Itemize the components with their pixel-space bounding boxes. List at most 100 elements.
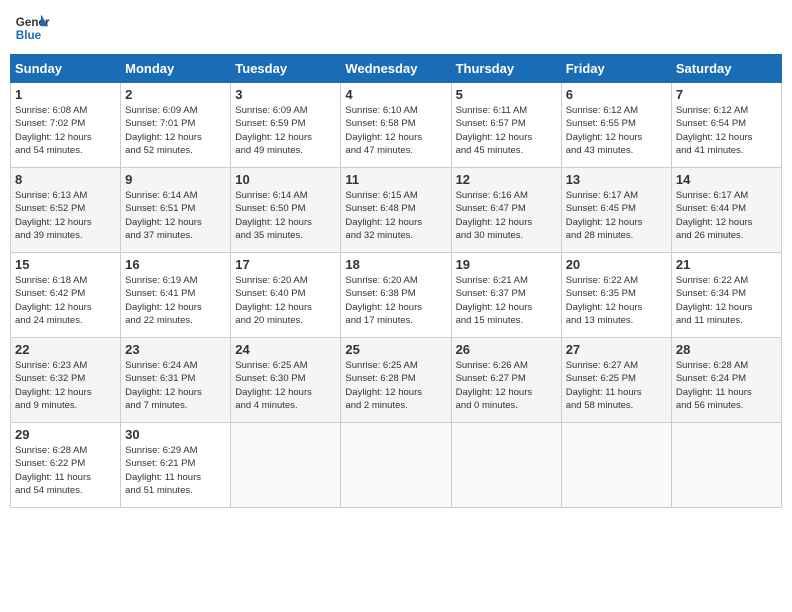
svg-text:Blue: Blue [16, 29, 42, 42]
day-number: 24 [235, 342, 336, 357]
day-number: 20 [566, 257, 667, 272]
day-info: Sunrise: 6:16 AMSunset: 6:47 PMDaylight:… [456, 190, 533, 241]
day-info: Sunrise: 6:28 AMSunset: 6:24 PMDaylight:… [676, 360, 752, 411]
calendar-week-row: 15 Sunrise: 6:18 AMSunset: 6:42 PMDaylig… [11, 253, 782, 338]
day-number: 14 [676, 172, 777, 187]
calendar-header-row: SundayMondayTuesdayWednesdayThursdayFrid… [11, 55, 782, 83]
day-info: Sunrise: 6:25 AMSunset: 6:30 PMDaylight:… [235, 360, 312, 411]
day-info: Sunrise: 6:23 AMSunset: 6:32 PMDaylight:… [15, 360, 92, 411]
day-info: Sunrise: 6:15 AMSunset: 6:48 PMDaylight:… [345, 190, 422, 241]
calendar-cell [451, 423, 561, 508]
day-info: Sunrise: 6:13 AMSunset: 6:52 PMDaylight:… [15, 190, 92, 241]
day-number: 23 [125, 342, 226, 357]
weekday-header: Tuesday [231, 55, 341, 83]
logo-icon: General Blue [14, 10, 50, 46]
calendar-cell: 8 Sunrise: 6:13 AMSunset: 6:52 PMDayligh… [11, 168, 121, 253]
calendar-cell: 3 Sunrise: 6:09 AMSunset: 6:59 PMDayligh… [231, 83, 341, 168]
calendar-cell: 5 Sunrise: 6:11 AMSunset: 6:57 PMDayligh… [451, 83, 561, 168]
day-number: 15 [15, 257, 116, 272]
day-number: 9 [125, 172, 226, 187]
calendar-cell: 18 Sunrise: 6:20 AMSunset: 6:38 PMDaylig… [341, 253, 451, 338]
day-info: Sunrise: 6:22 AMSunset: 6:34 PMDaylight:… [676, 275, 753, 326]
day-number: 26 [456, 342, 557, 357]
day-info: Sunrise: 6:28 AMSunset: 6:22 PMDaylight:… [15, 445, 91, 496]
calendar-cell: 16 Sunrise: 6:19 AMSunset: 6:41 PMDaylig… [121, 253, 231, 338]
day-number: 13 [566, 172, 667, 187]
day-number: 7 [676, 87, 777, 102]
day-number: 19 [456, 257, 557, 272]
weekday-header: Saturday [671, 55, 781, 83]
day-number: 28 [676, 342, 777, 357]
calendar-cell: 7 Sunrise: 6:12 AMSunset: 6:54 PMDayligh… [671, 83, 781, 168]
calendar-table: SundayMondayTuesdayWednesdayThursdayFrid… [10, 54, 782, 508]
day-info: Sunrise: 6:29 AMSunset: 6:21 PMDaylight:… [125, 445, 201, 496]
calendar-cell [561, 423, 671, 508]
day-info: Sunrise: 6:17 AMSunset: 6:44 PMDaylight:… [676, 190, 753, 241]
calendar-cell: 19 Sunrise: 6:21 AMSunset: 6:37 PMDaylig… [451, 253, 561, 338]
day-number: 3 [235, 87, 336, 102]
day-info: Sunrise: 6:12 AMSunset: 6:54 PMDaylight:… [676, 105, 753, 156]
day-number: 1 [15, 87, 116, 102]
calendar-week-row: 8 Sunrise: 6:13 AMSunset: 6:52 PMDayligh… [11, 168, 782, 253]
calendar-week-row: 22 Sunrise: 6:23 AMSunset: 6:32 PMDaylig… [11, 338, 782, 423]
calendar-cell: 12 Sunrise: 6:16 AMSunset: 6:47 PMDaylig… [451, 168, 561, 253]
weekday-header: Thursday [451, 55, 561, 83]
day-info: Sunrise: 6:14 AMSunset: 6:50 PMDaylight:… [235, 190, 312, 241]
day-info: Sunrise: 6:11 AMSunset: 6:57 PMDaylight:… [456, 105, 533, 156]
day-number: 4 [345, 87, 446, 102]
day-number: 2 [125, 87, 226, 102]
calendar-cell: 22 Sunrise: 6:23 AMSunset: 6:32 PMDaylig… [11, 338, 121, 423]
calendar-cell: 21 Sunrise: 6:22 AMSunset: 6:34 PMDaylig… [671, 253, 781, 338]
day-number: 16 [125, 257, 226, 272]
day-info: Sunrise: 6:21 AMSunset: 6:37 PMDaylight:… [456, 275, 533, 326]
day-info: Sunrise: 6:20 AMSunset: 6:40 PMDaylight:… [235, 275, 312, 326]
day-info: Sunrise: 6:24 AMSunset: 6:31 PMDaylight:… [125, 360, 202, 411]
day-number: 8 [15, 172, 116, 187]
calendar-week-row: 29 Sunrise: 6:28 AMSunset: 6:22 PMDaylig… [11, 423, 782, 508]
day-number: 11 [345, 172, 446, 187]
weekday-header: Wednesday [341, 55, 451, 83]
day-info: Sunrise: 6:25 AMSunset: 6:28 PMDaylight:… [345, 360, 422, 411]
calendar-week-row: 1 Sunrise: 6:08 AMSunset: 7:02 PMDayligh… [11, 83, 782, 168]
calendar-cell [671, 423, 781, 508]
day-info: Sunrise: 6:14 AMSunset: 6:51 PMDaylight:… [125, 190, 202, 241]
page-header: General Blue [10, 10, 782, 46]
day-number: 5 [456, 87, 557, 102]
day-info: Sunrise: 6:22 AMSunset: 6:35 PMDaylight:… [566, 275, 643, 326]
day-info: Sunrise: 6:12 AMSunset: 6:55 PMDaylight:… [566, 105, 643, 156]
day-info: Sunrise: 6:10 AMSunset: 6:58 PMDaylight:… [345, 105, 422, 156]
day-number: 30 [125, 427, 226, 442]
calendar-cell: 25 Sunrise: 6:25 AMSunset: 6:28 PMDaylig… [341, 338, 451, 423]
day-number: 29 [15, 427, 116, 442]
calendar-cell: 9 Sunrise: 6:14 AMSunset: 6:51 PMDayligh… [121, 168, 231, 253]
calendar-cell: 27 Sunrise: 6:27 AMSunset: 6:25 PMDaylig… [561, 338, 671, 423]
day-number: 12 [456, 172, 557, 187]
day-info: Sunrise: 6:09 AMSunset: 6:59 PMDaylight:… [235, 105, 312, 156]
calendar-cell: 13 Sunrise: 6:17 AMSunset: 6:45 PMDaylig… [561, 168, 671, 253]
calendar-cell: 24 Sunrise: 6:25 AMSunset: 6:30 PMDaylig… [231, 338, 341, 423]
day-info: Sunrise: 6:17 AMSunset: 6:45 PMDaylight:… [566, 190, 643, 241]
calendar-cell: 28 Sunrise: 6:28 AMSunset: 6:24 PMDaylig… [671, 338, 781, 423]
calendar-cell: 23 Sunrise: 6:24 AMSunset: 6:31 PMDaylig… [121, 338, 231, 423]
day-number: 10 [235, 172, 336, 187]
weekday-header: Monday [121, 55, 231, 83]
day-info: Sunrise: 6:19 AMSunset: 6:41 PMDaylight:… [125, 275, 202, 326]
calendar-cell: 15 Sunrise: 6:18 AMSunset: 6:42 PMDaylig… [11, 253, 121, 338]
day-info: Sunrise: 6:26 AMSunset: 6:27 PMDaylight:… [456, 360, 533, 411]
day-number: 18 [345, 257, 446, 272]
calendar-cell [341, 423, 451, 508]
calendar-cell: 4 Sunrise: 6:10 AMSunset: 6:58 PMDayligh… [341, 83, 451, 168]
calendar-cell: 20 Sunrise: 6:22 AMSunset: 6:35 PMDaylig… [561, 253, 671, 338]
day-info: Sunrise: 6:27 AMSunset: 6:25 PMDaylight:… [566, 360, 642, 411]
day-number: 21 [676, 257, 777, 272]
calendar-cell: 14 Sunrise: 6:17 AMSunset: 6:44 PMDaylig… [671, 168, 781, 253]
day-number: 25 [345, 342, 446, 357]
calendar-cell: 2 Sunrise: 6:09 AMSunset: 7:01 PMDayligh… [121, 83, 231, 168]
logo: General Blue [14, 10, 50, 46]
day-info: Sunrise: 6:09 AMSunset: 7:01 PMDaylight:… [125, 105, 202, 156]
day-number: 27 [566, 342, 667, 357]
day-info: Sunrise: 6:20 AMSunset: 6:38 PMDaylight:… [345, 275, 422, 326]
calendar-cell [231, 423, 341, 508]
calendar-cell: 6 Sunrise: 6:12 AMSunset: 6:55 PMDayligh… [561, 83, 671, 168]
day-info: Sunrise: 6:18 AMSunset: 6:42 PMDaylight:… [15, 275, 92, 326]
